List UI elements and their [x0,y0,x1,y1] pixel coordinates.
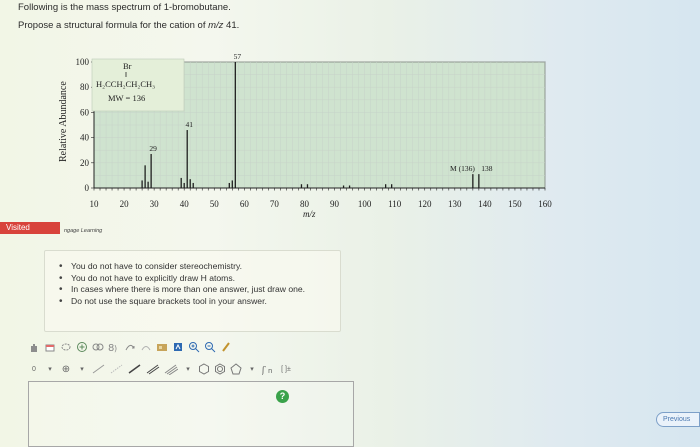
drawing-toolbar-top: 8) [28,338,232,356]
x-tick-label: 80 [300,199,310,209]
bracket-tool-button[interactable]: [ ]± [280,362,292,376]
y-tick-label: 100 [76,57,90,67]
structure-br: Br [123,61,132,71]
x-axis-label: m/z [303,209,316,219]
y-tick-label: 80 [80,82,90,92]
x-tick-label: 160 [538,199,552,209]
hexagon-ring-icon[interactable] [198,362,210,376]
peak-label: 138 [481,164,493,173]
grid-icon[interactable] [156,340,168,354]
x-tick-label: 20 [120,199,130,209]
instructions-box: You do not have to consider stereochemis… [44,250,341,332]
x-tick-label: 120 [418,199,432,209]
note-item: You do not have to explicitly draw H ato… [59,273,332,285]
triple-bond-icon[interactable] [146,362,160,376]
arc-arrow-icon[interactable] [140,340,152,354]
y-tick-label: 60 [80,107,90,117]
x-tick-label: 90 [330,199,340,209]
peak-label: 41 [185,120,193,129]
visited-badge: Visited [0,222,60,234]
x-tick-label: 140 [478,199,492,209]
template-ring-icon[interactable] [92,340,104,354]
y-tick-label: 20 [80,158,90,168]
peak-label: 29 [149,144,157,153]
dashed-bond-icon[interactable] [164,362,178,376]
previous-label: Previous [663,416,691,423]
x-tick-label: 130 [448,199,462,209]
note-item: In cases where there is more than one an… [59,284,332,296]
x-tick-label: 100 [358,199,372,209]
chain-tool-icon[interactable]: ʃn [262,362,276,376]
note-item: Do not use the square brackets tool in y… [59,296,332,308]
y-tick-label: 0 [85,183,90,193]
x-tick-label: 110 [388,199,402,209]
x-tick-label: 150 [508,199,522,209]
structure-mw: MW = 136 [108,93,145,103]
x-tick-label: 70 [270,199,280,209]
x-tick-label: 30 [150,199,160,209]
structure-formula: H₂CCH₂CH₂CH₃ [96,79,155,89]
charge-plus-button[interactable]: ⊕ [60,362,72,376]
atom-map-icon[interactable]: 8) [108,340,120,354]
drawing-toolbar-bottom: 0 ▾ ⊕ ▾ ▾ ▾ ʃn [ ]± [28,360,292,378]
x-tick-label: 50 [210,199,220,209]
x-tick-label: 40 [180,199,190,209]
previous-button[interactable]: Previous [656,412,700,427]
dropdown-arrow-icon[interactable]: ▾ [182,362,194,376]
dropdown-arrow-icon[interactable]: ▾ [246,362,258,376]
dropdown-arrow-icon[interactable]: ▾ [44,362,56,376]
clean-structure-icon[interactable] [172,340,184,354]
pentagon-ring-icon[interactable] [230,362,242,376]
hand-icon[interactable] [28,340,40,354]
help-button[interactable]: ? [276,390,289,403]
double-bond-icon[interactable] [128,362,142,376]
zoom-in-icon[interactable] [188,340,200,354]
mass-spectrum-chart: 10 20 30 40 50 60 70 80 90 100 110 120 130 140 150 160 0… [58,52,552,219]
lasso-select-icon[interactable] [60,340,72,354]
credit-text: ngage Learning [64,228,103,234]
charge-zero-button[interactable]: 0 [28,362,40,376]
color-picker-icon[interactable] [220,340,232,354]
y-axis-label: Relative Abundance [58,81,69,162]
x-tick-label: 10 [90,199,100,209]
svg-text:): ) [114,344,117,353]
peak-label: 57 [234,52,242,61]
svg-text:n: n [268,367,272,375]
single-bond-icon[interactable] [92,362,106,376]
y-tick-label: 40 [80,133,90,143]
wedge-bond-icon[interactable] [110,362,124,376]
curved-arrow-icon[interactable] [124,340,136,354]
zoom-out-icon[interactable] [204,340,216,354]
benzene-ring-icon[interactable] [214,362,226,376]
note-item: You do not have to consider stereochemis… [59,261,332,273]
eraser-icon[interactable] [44,340,56,354]
drawing-canvas[interactable] [28,381,354,447]
svg-text:ʃ: ʃ [262,366,266,375]
charge-plus-icon[interactable] [76,340,88,354]
x-tick-label: 60 [240,199,250,209]
dropdown-arrow-icon[interactable]: ▾ [76,362,88,376]
peak-label: M (136) [450,164,475,173]
